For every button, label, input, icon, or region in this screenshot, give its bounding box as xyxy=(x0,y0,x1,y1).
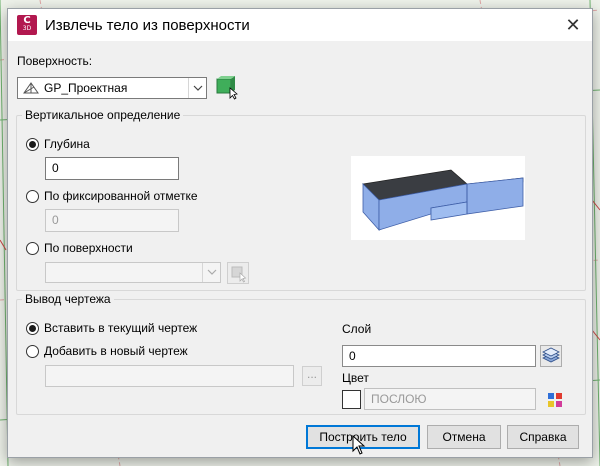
color-input-value: ПОСЛОЮ xyxy=(371,392,427,406)
pick-surface-button[interactable] xyxy=(214,76,238,100)
depth-input[interactable]: 0 xyxy=(45,157,179,180)
browse-button[interactable]: ... xyxy=(302,366,322,386)
surface-select[interactable]: GP_Проектная xyxy=(17,77,207,99)
dialog-title: Извлечь тело из поверхности xyxy=(45,17,250,34)
surface-label: Поверхность: xyxy=(17,54,93,68)
extract-solid-dialog: C 3D Извлечь тело из поверхности ✕ Повер… xyxy=(7,8,593,458)
color-swatch xyxy=(342,390,361,409)
help-button[interactable]: Справка xyxy=(507,425,579,449)
by-surface-radio[interactable] xyxy=(26,242,39,255)
close-button[interactable]: ✕ xyxy=(560,13,586,37)
cancel-button[interactable]: Отмена xyxy=(427,425,501,449)
mouse-pointer-icon xyxy=(352,435,366,455)
tin-surface-icon xyxy=(23,82,39,94)
title-bar: C 3D Извлечь тело из поверхности ✕ xyxy=(8,9,592,41)
add-new-radio[interactable] xyxy=(26,345,39,358)
by-surface-select[interactable] xyxy=(45,262,221,283)
new-drawing-path-input[interactable] xyxy=(45,365,294,387)
depth-radio[interactable] xyxy=(26,138,39,151)
pick-surface-icon xyxy=(231,266,247,283)
chevron-down-icon xyxy=(188,78,206,98)
solid-preview-image xyxy=(351,156,525,240)
fixed-elevation-input[interactable]: 0 xyxy=(45,209,179,232)
color-palette-icon xyxy=(548,393,562,407)
fixed-elevation-label: По фиксированной отметке xyxy=(44,189,198,203)
vertical-definition-title: Вертикальное определение xyxy=(22,108,184,122)
layers-icon xyxy=(542,347,560,363)
drawing-output-title: Вывод чертежа xyxy=(22,292,114,306)
layer-button[interactable] xyxy=(540,345,562,367)
insert-current-radio[interactable] xyxy=(26,322,39,335)
layer-label: Слой xyxy=(342,322,372,336)
add-new-label: Добавить в новый чертеж xyxy=(44,344,188,358)
drawing-output-group: Вывод чертежа Вставить в текущий чертеж … xyxy=(16,292,586,415)
pick-by-surface-button[interactable] xyxy=(227,262,249,284)
pick-surface-icon xyxy=(216,76,238,100)
layer-input[interactable]: 0 xyxy=(342,345,536,367)
insert-current-label: Вставить в текущий чертеж xyxy=(44,321,198,335)
color-picker-button[interactable] xyxy=(546,391,564,409)
chevron-down-icon xyxy=(202,263,220,282)
by-surface-label: По поверхности xyxy=(44,241,133,255)
color-label: Цвет xyxy=(342,371,369,385)
civil3d-app-icon: C 3D xyxy=(17,15,37,35)
color-input[interactable]: ПОСЛОЮ xyxy=(364,388,536,410)
close-icon: ✕ xyxy=(565,15,581,35)
depth-label: Глубина xyxy=(44,137,90,151)
surface-select-value: GP_Проектная xyxy=(44,81,128,95)
fixed-elevation-radio[interactable] xyxy=(26,190,39,203)
